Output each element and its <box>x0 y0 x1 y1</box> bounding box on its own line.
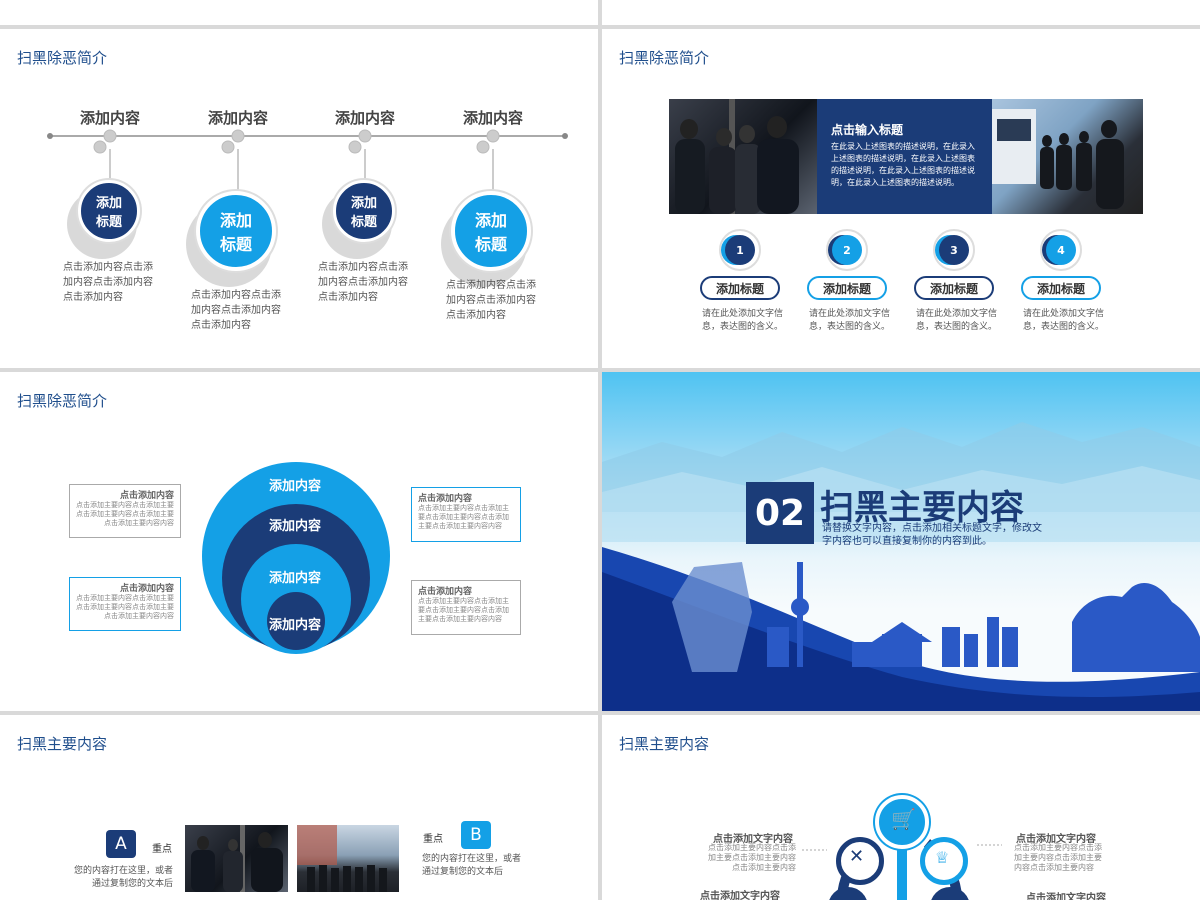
text-b: 您的内容打在这里，或者通过复制您的文本后 <box>422 854 522 877</box>
ring-label-4: 添加内容 <box>269 618 322 633</box>
circle-title-2[interactable]: 添加标题 <box>196 191 276 271</box>
step-label-2[interactable]: 添加标题 <box>807 276 887 300</box>
banner-title: 点击输入标题 <box>831 123 904 137</box>
step-text-2: 请在此处添加文字信息，表达图的含义。 <box>809 309 891 332</box>
slide-title: 扫黑主要内容 <box>17 735 108 753</box>
banner-text: 在此录入上述图表的描述说明，在此录入上述图表的描述说明，在此录入上述图表的描述说… <box>831 142 975 187</box>
trophy-icon: ♕ <box>935 848 950 867</box>
slide-title: 扫黑除恶简介 <box>17 392 108 410</box>
step-label-3[interactable]: 添加标题 <box>914 276 994 300</box>
arrest-photo <box>185 825 288 892</box>
ring-label-2: 添加内容 <box>269 519 322 534</box>
slide-intro-timeline[interactable]: 扫黑除恶简介 添加内容 添加内容 添加内容 添加内容 添加标题 添加标题 添加标… <box>0 29 598 368</box>
step-label-4[interactable]: 添加标题 <box>1021 276 1101 300</box>
slide-intro-rings[interactable]: 扫黑除恶简介 添加内容 添加内容 添加内容 添加内容 点击添加内容 点击添加主要… <box>0 372 598 711</box>
slide-main-tree[interactable]: 扫黑主要内容 🛒 ✕ ♕ 点击添加文字内容 点击添加主要内容点击添加主要点击添加… <box>602 715 1200 900</box>
callout-head: 点击添加内容 <box>418 494 473 504</box>
right-text: 点击添加主要内容点击添加主要内容点击添加主要内容点击添加主要内容 <box>1014 843 1102 872</box>
callout-box-1[interactable]: 点击添加内容 点击添加主要内容点击添加主要点击添加主要内容点击添加主要点击添加主… <box>69 484 181 538</box>
timeline-text-2: 点击添加内容点击添加内容点击添加内容点击添加内容 <box>191 290 281 331</box>
badge-a: A <box>106 830 136 858</box>
callout-head: 点击添加内容 <box>418 587 473 597</box>
ring-label-1: 添加内容 <box>269 479 322 494</box>
callout-body: 点击添加主要内容点击添加主要点击添加主要内容点击添加主要点击添加主要内容内容 <box>418 504 509 530</box>
step-label-1[interactable]: 添加标题 <box>700 276 780 300</box>
banner-panel: 点击输入标题 在此录入上述图表的描述说明，在此录入上述图表的描述说明，在此录入上… <box>817 99 992 214</box>
slide-main-ab[interactable]: 扫黑主要内容 A 重点 您的内容打在这里，或者通过复制您的文本后 重点 B 您的… <box>0 715 598 900</box>
timeline-text-4: 点击添加内容点击添加内容点击添加内容点击添加内容 <box>446 280 536 321</box>
step-number-3[interactable]: 3 <box>939 235 969 265</box>
callout-body: 点击添加主要内容点击添加主要点击添加主要内容点击添加主要点击添加主要内容内容 <box>418 597 509 623</box>
slide-section-02[interactable]: 02 扫黑主要内容 请替换文字内容，点击添加相关标题文字，修改文字内容也可以直接… <box>602 372 1200 711</box>
section-number: 02 <box>746 482 814 544</box>
left-head-2: 点击添加文字内容 <box>700 891 780 900</box>
label-b: 重点 <box>423 834 443 845</box>
timeline-heading-3: 添加内容 <box>335 109 396 127</box>
tools-icon: ✕ <box>849 846 865 867</box>
crowd-photo <box>297 825 399 892</box>
ring-label-3: 添加内容 <box>269 571 322 586</box>
step-text-1: 请在此处添加文字信息，表达图的含义。 <box>702 309 784 332</box>
timeline-heading-4: 添加内容 <box>463 109 524 127</box>
timeline-text-3: 点击添加内容点击添加内容点击添加内容点击添加内容 <box>318 262 408 303</box>
timeline-text-1: 点击添加内容点击添加内容点击添加内容点击添加内容 <box>63 262 153 303</box>
label-a: 重点 <box>152 844 172 855</box>
police-photo-right <box>992 99 1143 214</box>
left-text: 点击添加主要内容点击添加主要点击添加主要内容点击添加主要内容 <box>708 843 796 872</box>
police-photo-left <box>669 99 817 214</box>
step-text-3: 请在此处添加文字信息，表达图的含义。 <box>916 309 998 332</box>
step-number-1[interactable]: 1 <box>725 235 755 265</box>
badge-b: B <box>461 821 491 849</box>
section-subtitle: 请替换文字内容，点击添加相关标题文字，修改文字内容也可以直接复制你的内容到此。 <box>822 523 1042 547</box>
callout-box-3[interactable]: 点击添加内容 点击添加主要内容点击添加主要点击添加主要内容点击添加主要点击添加主… <box>411 487 521 542</box>
callout-head: 点击添加内容 <box>119 491 174 501</box>
arrest-figures <box>191 825 283 892</box>
callout-body: 点击添加主要内容点击添加主要点击添加主要内容点击添加主要点击添加主要内容内容 <box>76 594 174 620</box>
slide-title: 扫黑除恶简介 <box>619 49 710 67</box>
callout-head: 点击添加内容 <box>119 584 174 594</box>
step-number-4[interactable]: 4 <box>1046 235 1076 265</box>
step-text-4: 请在此处添加文字信息，表达图的含义。 <box>1023 309 1105 332</box>
circle-title-4[interactable]: 添加标题 <box>451 191 531 271</box>
right-head-2: 点击添加文字内容 <box>1026 893 1106 900</box>
circle-title-1[interactable]: 添加标题 <box>78 180 140 242</box>
timeline-heading-2: 添加内容 <box>208 109 269 127</box>
slide-top-left-partial[interactable] <box>0 0 598 25</box>
crowd-figures <box>297 825 387 892</box>
slide-top-right-partial[interactable] <box>602 0 1200 25</box>
slide-intro-banner-steps[interactable]: 扫黑除恶简介 点击输入标题 在此录入上述图表的描述说明，在此录入上述图表的描述说… <box>602 29 1200 368</box>
circle-title-3[interactable]: 添加标题 <box>333 180 395 242</box>
step-number-2[interactable]: 2 <box>832 235 862 265</box>
timeline-heading-1: 添加内容 <box>80 109 141 127</box>
callout-box-4[interactable]: 点击添加内容 点击添加主要内容点击添加主要点击添加主要内容点击添加主要点击添加主… <box>411 580 521 635</box>
cart-icon: 🛒 <box>891 807 916 831</box>
callout-body: 点击添加主要内容点击添加主要点击添加主要内容点击添加主要点击添加主要内容内容 <box>76 501 174 527</box>
text-a: 您的内容打在这里，或者通过复制您的文本后 <box>73 866 173 889</box>
police-figures <box>675 99 799 214</box>
swat-figures <box>992 109 1124 209</box>
callout-box-2[interactable]: 点击添加内容 点击添加主要内容点击添加主要点击添加主要内容点击添加主要点击添加主… <box>69 577 181 631</box>
